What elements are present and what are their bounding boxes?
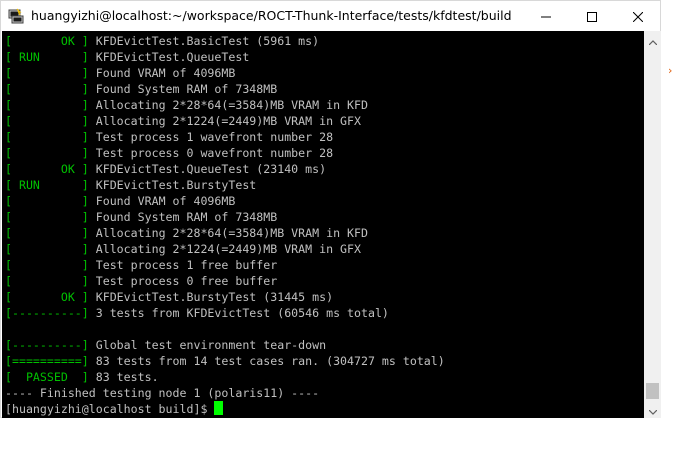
line-text: Test process 0 wavefront number 28	[88, 146, 334, 160]
status-tag: [ ]	[5, 242, 89, 256]
status-tag: [ ]	[5, 130, 89, 144]
line-text: KFDEvictTest.BurstyTest (31445 ms)	[88, 290, 334, 304]
terminal-line: [ ] Allocating 2*28*64(=3584)MB VRAM in …	[5, 225, 445, 241]
terminal-window: huangyizhi@localhost:~/workspace/ROCT-Th…	[0, 0, 661, 418]
line-text: [huangyizhi@localhost build]$	[5, 402, 215, 416]
terminal-line: [ OK ] KFDEvictTest.QueueTest (23140 ms)	[5, 161, 445, 177]
vertical-scrollbar[interactable]	[644, 31, 661, 418]
status-tag: [ ]	[5, 66, 89, 80]
terminal-line: [ ] Allocating 2*1224(=2449)MB VRAM in G…	[5, 113, 445, 129]
line-text: Global test environment tear-down	[88, 338, 327, 352]
chevron-up-icon	[648, 30, 657, 49]
line-text: Allocating 2*1224(=2449)MB VRAM in GFX	[88, 114, 361, 128]
terminal-line: [ RUN ] KFDEvictTest.BurstyTest	[5, 177, 445, 193]
status-tag: [ OK ]	[5, 162, 89, 176]
line-text: Found System RAM of 7348MB	[88, 82, 278, 96]
background-window-edge: ›	[668, 64, 673, 77]
status-tag: [ ]	[5, 114, 89, 128]
terminal-line: [ OK ] KFDEvictTest.BurstyTest (31445 ms…	[5, 289, 445, 305]
line-text: Allocating 2*28*64(=3584)MB VRAM in KFD	[88, 98, 368, 112]
status-tag: [ ]	[5, 194, 89, 208]
status-tag: [ PASSED ]	[5, 370, 89, 384]
terminal-line: [----------] 3 tests from KFDEvictTest (…	[5, 305, 445, 321]
terminal-lines: [ OK ] KFDEvictTest.BasicTest (5961 ms)[…	[5, 33, 445, 417]
status-tag: [ ]	[5, 258, 89, 272]
terminal-line: [ ] Found VRAM of 4096MB	[5, 65, 445, 81]
line-text: Allocating 2*1224(=2449)MB VRAM in GFX	[88, 242, 361, 256]
scroll-up-button[interactable]	[644, 31, 661, 48]
close-button[interactable]	[615, 1, 661, 31]
terminal-line: [ OK ] KFDEvictTest.BasicTest (5961 ms)	[5, 33, 445, 49]
terminal-line: [ ] Allocating 2*1224(=2449)MB VRAM in G…	[5, 241, 445, 257]
line-text: KFDEvictTest.QueueTest (23140 ms)	[88, 162, 327, 176]
terminal-line: [ PASSED ] 83 tests.	[5, 369, 445, 385]
scrollbar-thumb[interactable]	[646, 383, 659, 399]
terminal-output[interactable]: [ OK ] KFDEvictTest.BasicTest (5961 ms)[…	[2, 31, 644, 418]
line-text: Found System RAM of 7348MB	[88, 210, 278, 224]
terminal-line: [ ] Test process 0 wavefront number 28	[5, 145, 445, 161]
terminal-line: [ ] Found VRAM of 4096MB	[5, 193, 445, 209]
line-text: KFDEvictTest.BasicTest (5961 ms)	[88, 34, 320, 48]
putty-terminal-icon[interactable]	[8, 8, 24, 24]
line-text: 3 tests from KFDEvictTest (60546 ms tota…	[88, 306, 389, 320]
status-tag: [ ]	[5, 210, 89, 224]
line-text: Found VRAM of 4096MB	[88, 194, 236, 208]
line-text: ---- Finished testing node 1 (polaris11)…	[5, 386, 320, 400]
close-icon	[632, 7, 644, 26]
terminal-line: [==========] 83 tests from 14 test cases…	[5, 353, 445, 369]
terminal-line: [ ] Test process 0 free buffer	[5, 273, 445, 289]
line-text: 83 tests.	[88, 370, 159, 384]
maximize-icon	[587, 7, 597, 26]
minimize-icon	[541, 7, 551, 26]
text-cursor	[214, 401, 224, 415]
status-tag: [----------]	[5, 338, 89, 352]
status-tag: [ OK ]	[5, 34, 89, 48]
status-tag: [==========]	[5, 354, 89, 368]
line-text: Test process 1 wavefront number 28	[88, 130, 334, 144]
minimize-button[interactable]	[523, 1, 569, 31]
chevron-down-icon	[648, 400, 657, 419]
status-tag: [ ]	[5, 226, 89, 240]
terminal-line: [----------] Global test environment tea…	[5, 337, 445, 353]
status-tag: [ RUN ]	[5, 178, 89, 192]
terminal-line: [ ] Test process 1 wavefront number 28	[5, 129, 445, 145]
status-tag: [ ]	[5, 98, 89, 112]
status-tag: [----------]	[5, 306, 89, 320]
line-text: KFDEvictTest.BurstyTest	[88, 178, 257, 192]
line-text: Test process 1 free buffer	[88, 258, 278, 272]
status-tag: [ RUN ]	[5, 50, 89, 64]
terminal-line: ---- Finished testing node 1 (polaris11)…	[5, 385, 445, 401]
terminal-line: [ RUN ] KFDEvictTest.QueueTest	[5, 49, 445, 65]
line-text: KFDEvictTest.QueueTest	[88, 50, 250, 64]
terminal-line: [ ] Found System RAM of 7348MB	[5, 81, 445, 97]
terminal-line: [huangyizhi@localhost build]$	[5, 401, 445, 417]
window-title: huangyizhi@localhost:~/workspace/ROCT-Th…	[31, 8, 512, 23]
status-tag: [ ]	[5, 146, 89, 160]
terminal-line: [ ] Test process 1 free buffer	[5, 257, 445, 273]
status-tag: [ ]	[5, 274, 89, 288]
line-text: Test process 0 free buffer	[88, 274, 278, 288]
line-text: Allocating 2*28*64(=3584)MB VRAM in KFD	[88, 226, 368, 240]
terminal-line: [ ] Found System RAM of 7348MB	[5, 209, 445, 225]
status-tag: [ OK ]	[5, 290, 89, 304]
title-bar[interactable]: huangyizhi@localhost:~/workspace/ROCT-Th…	[1, 1, 660, 31]
line-text: 83 tests from 14 test cases ran. (304727…	[88, 354, 445, 368]
line-text: Found VRAM of 4096MB	[88, 66, 236, 80]
maximize-button[interactable]	[569, 1, 615, 31]
scroll-down-button[interactable]	[644, 401, 661, 418]
terminal-line: [ ] Allocating 2*28*64(=3584)MB VRAM in …	[5, 97, 445, 113]
status-tag: [ ]	[5, 82, 89, 96]
